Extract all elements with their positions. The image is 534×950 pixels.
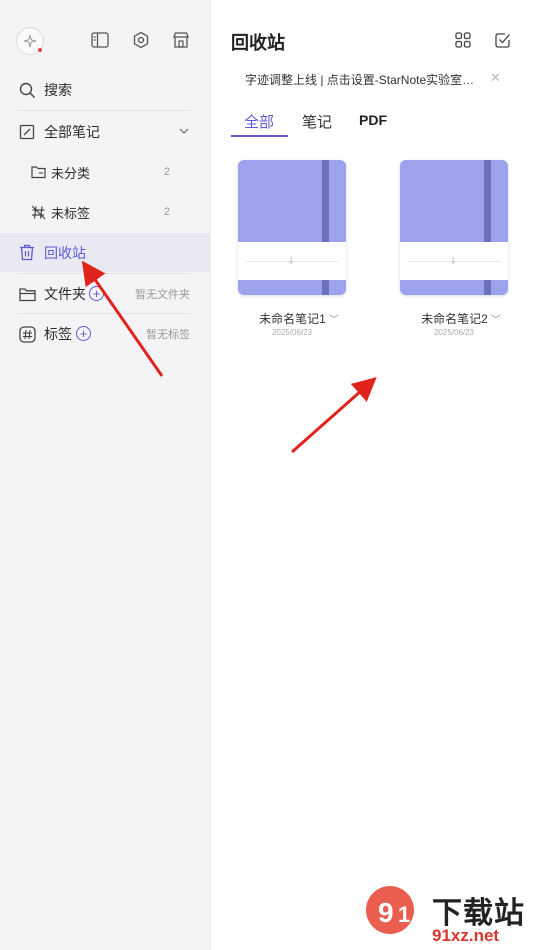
trash-icon	[18, 244, 36, 262]
note-title[interactable]: 未命名笔记1 ﹀	[234, 310, 364, 327]
tab-pdf[interactable]: PDF	[359, 112, 387, 128]
svg-text:9: 9	[378, 897, 394, 928]
sidebar-item-label: 未标签	[51, 205, 91, 221]
chevron-down-icon[interactable]: ﹀	[491, 315, 501, 326]
sidebar: 搜索 全部笔记 未分类 2 未标签 2 回收站 文件夹 + 暂无文件夹 标签 +…	[0, 0, 211, 950]
notebook-cover[interactable]: ⸸	[238, 160, 346, 295]
tab-all[interactable]: 全部	[244, 111, 274, 132]
notebook-cover[interactable]: ⸸	[400, 160, 508, 295]
untagged-icon	[30, 204, 46, 220]
sidebar-item-label: 回收站	[44, 244, 86, 261]
notification-dot	[38, 48, 42, 52]
svg-text:1: 1	[398, 902, 410, 927]
sidebar-item-all-notes[interactable]: 全部笔记	[0, 113, 210, 151]
item-count: 2	[163, 206, 170, 218]
select-checkbox-icon[interactable]	[494, 31, 512, 49]
divider	[18, 110, 190, 111]
divider	[18, 273, 190, 274]
add-folder-button[interactable]: +	[89, 286, 104, 301]
sidebar-item-label: 全部笔记	[44, 124, 100, 140]
sidebar-item-tags[interactable]: 标签 + 暂无标签	[0, 315, 210, 353]
item-count: 2	[163, 166, 170, 178]
empty-hint: 暂无文件夹	[135, 289, 190, 301]
note-title[interactable]: 未命名笔记2 ﹀	[396, 310, 526, 327]
feather-icon: ⸸	[451, 256, 456, 266]
search-icon	[18, 81, 36, 99]
chevron-down-icon[interactable]	[178, 124, 190, 142]
sidebar-item-label: 未分类	[51, 165, 91, 181]
tab-notes[interactable]: 笔记	[302, 111, 332, 132]
note-date: 2025/06/23	[433, 328, 475, 337]
sparkle-icon	[23, 34, 37, 48]
note-card[interactable]: ⸸ 未命名笔记2 ﹀ 2025/06/23	[400, 160, 508, 337]
hashtag-icon	[18, 325, 36, 343]
notice-banner[interactable]: 字迹调整上线 | 点击设置-StarNote实验室开启	[245, 71, 477, 88]
watermark-url: 91xz.net	[432, 926, 500, 945]
sidebar-item-untagged[interactable]: 未标签 2	[0, 193, 210, 231]
sidebar-item-trash[interactable]: 回收站	[0, 233, 210, 272]
main-panel: 回收站 字迹调整上线 | 点击设置-StarNote实验室开启 ✕ 全部 笔记 …	[211, 0, 534, 950]
sidebar-item-search[interactable]: 搜索	[0, 71, 210, 109]
sidebar-toggle-icon[interactable]	[90, 30, 110, 50]
notebook-icon	[18, 123, 36, 141]
add-tag-button[interactable]: +	[76, 326, 91, 341]
sidebar-item-label: 标签	[44, 326, 72, 342]
feather-icon: ⸸	[289, 256, 294, 266]
folder-icon	[18, 285, 36, 303]
store-icon[interactable]	[171, 30, 191, 50]
unsorted-folder-icon	[30, 164, 46, 180]
chevron-down-icon[interactable]: ﹀	[329, 315, 339, 326]
empty-hint: 暂无标签	[146, 329, 190, 341]
sidebar-item-label: 文件夹	[44, 286, 86, 302]
close-icon[interactable]: ✕	[490, 70, 501, 86]
grid-view-icon[interactable]	[454, 31, 472, 49]
divider	[18, 313, 190, 314]
sidebar-item-label: 搜索	[44, 82, 72, 98]
sidebar-item-folders[interactable]: 文件夹 + 暂无文件夹	[0, 275, 210, 313]
settings-icon[interactable]	[131, 30, 151, 50]
page-title: 回收站	[231, 33, 285, 53]
note-card[interactable]: ⸸ 未命名笔记1 ﹀ 2025/06/23	[238, 160, 346, 337]
note-date: 2025/06/23	[271, 328, 313, 337]
sidebar-item-unsorted[interactable]: 未分类 2	[0, 153, 210, 191]
tab-underline	[231, 135, 288, 137]
